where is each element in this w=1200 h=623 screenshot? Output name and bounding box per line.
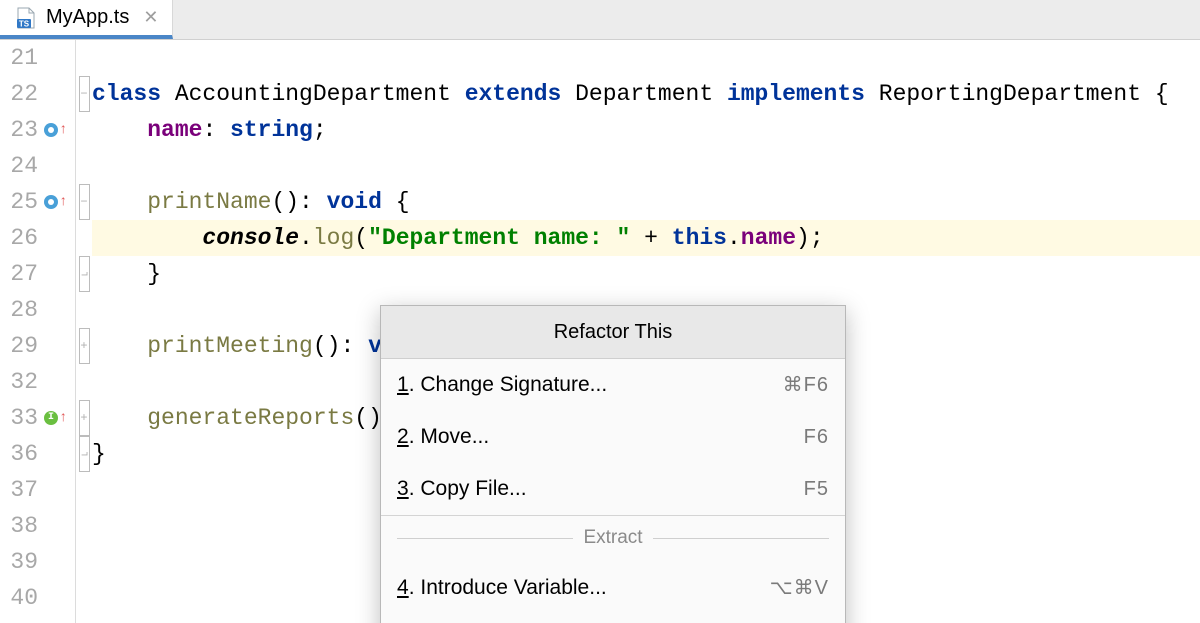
refactor-option-introduce-variable[interactable]: 4. Introduce Variable... ⌥⌘V (381, 562, 845, 614)
menu-item-label: 1. Change Signature... (397, 367, 607, 403)
popup-section-label: Extract (583, 520, 642, 556)
fold-cell[interactable] (76, 112, 92, 148)
code-line[interactable]: printName(): void { (92, 184, 1200, 220)
fold-end-icon: ⌐ (79, 256, 90, 292)
fold-cell[interactable]: + (76, 400, 92, 436)
gutter-cell (42, 328, 75, 364)
popup-section-extract: Extract (381, 516, 845, 562)
menu-item-shortcut: ⌘F6 (783, 367, 829, 403)
gutter-cell: ↑ (42, 112, 75, 148)
menu-item-shortcut: F6 (804, 419, 829, 455)
fold-cell[interactable] (76, 580, 92, 616)
gutter-cell (42, 364, 75, 400)
fold-cell[interactable] (76, 148, 92, 184)
line-number: 40 (0, 580, 42, 616)
close-icon[interactable]: ✕ (143, 7, 158, 28)
line-number: 23 (0, 112, 42, 148)
gutter-cell: I↑ (42, 400, 75, 436)
refactor-option-copy-file[interactable]: 3. Copy File... F5 (381, 463, 845, 515)
gutter-cell (42, 508, 75, 544)
line-number: 24 (0, 148, 42, 184)
fold-cell[interactable]: ⌐ (76, 256, 92, 292)
tab-bar: TS MyApp.ts ✕ (0, 0, 1200, 40)
up-arrow-icon: ↑ (59, 184, 67, 220)
fold-cell[interactable]: − (76, 76, 92, 112)
refactor-option-change-signature[interactable]: 1. Change Signature... ⌘F6 (381, 359, 845, 411)
line-number: 37 (0, 472, 42, 508)
code-line[interactable] (92, 40, 1200, 76)
gutter-cell (42, 148, 75, 184)
gutter-cell (42, 220, 75, 256)
line-number: 39 (0, 544, 42, 580)
fold-cell[interactable] (76, 364, 92, 400)
line-number: 21 (0, 40, 42, 76)
gutter-cell (42, 472, 75, 508)
menu-item-shortcut: ⌥⌘V (770, 570, 829, 606)
fold-cell[interactable] (76, 544, 92, 580)
tab-filename: MyApp.ts (46, 6, 129, 29)
fold-expand-icon[interactable]: + (79, 328, 90, 364)
line-number: 29 (0, 328, 42, 364)
gutter-cell: ↑ (42, 184, 75, 220)
menu-item-shortcut: F5 (804, 471, 829, 507)
fold-cell[interactable]: + (76, 328, 92, 364)
svg-text:TS: TS (19, 19, 30, 28)
fold-expand-icon[interactable]: + (79, 400, 90, 436)
fold-end-icon: ⌐ (79, 436, 90, 472)
fold-cell[interactable] (76, 472, 92, 508)
override-icon[interactable] (44, 195, 58, 209)
gutter-cell (42, 580, 75, 616)
menu-item-label: 3. Copy File... (397, 471, 527, 507)
refactor-option-move[interactable]: 2. Move... F6 (381, 411, 845, 463)
line-number: 32 (0, 364, 42, 400)
gutter-cell (42, 292, 75, 328)
gutter-cell (42, 76, 75, 112)
fold-cell[interactable]: − (76, 184, 92, 220)
refactor-option-object-or-array-destructuring[interactable]: 5. Object or Array Destructuring... (381, 614, 845, 623)
up-arrow-icon: ↑ (59, 400, 67, 436)
line-number: 38 (0, 508, 42, 544)
refactor-popup: Refactor This 1. Change Signature... ⌘F6 2… (380, 305, 846, 623)
code-line[interactable]: } (92, 256, 1200, 292)
gutter-cell (42, 256, 75, 292)
fold-collapse-icon[interactable]: − (79, 184, 90, 220)
gutter-cell (42, 40, 75, 76)
gutter-folding[interactable]: −−⌐++⌐ (76, 40, 92, 623)
fold-collapse-icon[interactable]: − (79, 76, 90, 112)
gutter-cell (42, 544, 75, 580)
line-number: 26 (0, 220, 42, 256)
override-icon[interactable] (44, 123, 58, 137)
fold-cell[interactable] (76, 508, 92, 544)
code-editor[interactable]: 21222324252627282932333637383940 ↑↑I↑ −−… (0, 40, 1200, 623)
code-line[interactable]: class AccountingDepartment extends Depar… (92, 76, 1200, 112)
fold-cell[interactable]: ⌐ (76, 436, 92, 472)
line-number: 36 (0, 436, 42, 472)
popup-title: Refactor This (381, 306, 845, 359)
line-number: 27 (0, 256, 42, 292)
tab-active[interactable]: TS MyApp.ts ✕ (0, 0, 173, 39)
implements-icon[interactable]: I (44, 411, 58, 425)
gutter-cell (42, 436, 75, 472)
fold-cell[interactable] (76, 220, 92, 256)
line-number: 28 (0, 292, 42, 328)
gutter-line-numbers: 21222324252627282932333637383940 (0, 40, 42, 623)
up-arrow-icon: ↑ (59, 112, 67, 148)
line-number: 33 (0, 400, 42, 436)
code-line[interactable]: console.log("Department name: " + this.n… (92, 220, 1200, 256)
fold-cell[interactable] (76, 40, 92, 76)
typescript-file-icon: TS (14, 6, 38, 30)
line-number: 22 (0, 76, 42, 112)
code-line[interactable]: name: string; (92, 112, 1200, 148)
code-line[interactable] (92, 148, 1200, 184)
gutter-markers: ↑↑I↑ (42, 40, 76, 623)
fold-cell[interactable] (76, 292, 92, 328)
menu-item-label: 2. Move... (397, 419, 489, 455)
line-number: 25 (0, 184, 42, 220)
menu-item-label: 4. Introduce Variable... (397, 570, 607, 606)
